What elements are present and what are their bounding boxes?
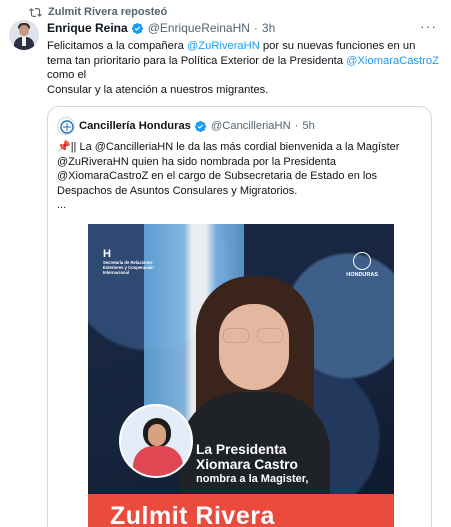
mention-link[interactable]: @ZuRiveraHN: [187, 40, 260, 52]
tweet-text-segment: Felicitamos a la compañera: [47, 40, 187, 52]
quoted-tweet[interactable]: Cancillería Honduras @CancilleriaHN · 5h…: [47, 106, 432, 527]
tweet-text: Felicitamos a la compañera @ZuRiveraHN p…: [47, 39, 439, 97]
pin-icon: 📌: [57, 141, 71, 153]
tweet-text-segment: como el: [47, 69, 87, 82]
president-photo: [119, 404, 193, 478]
caption-line: La Presidenta: [196, 442, 287, 457]
quote-text-segment: ...: [57, 199, 67, 212]
cancilleria-logo-icon: [60, 120, 74, 134]
quote-header: Cancillería Honduras @CancilleriaHN · 5h: [79, 117, 315, 135]
quote-text-segment: Despachos de Asuntos Consulares y Migrat…: [57, 184, 298, 197]
repost-bar[interactable]: Zulmit Rivera reposteó: [29, 4, 167, 20]
name-banner: Zulmit Rivera: [88, 494, 394, 527]
ministry-logo-mark: H: [103, 248, 111, 260]
quote-image[interactable]: H Secretaría de Relaciones Exteriores y …: [88, 224, 394, 527]
ministry-logo: H Secretaría de Relaciones Exteriores y …: [103, 248, 165, 275]
verified-badge-icon: [194, 120, 206, 132]
quote-text-segment: le da las más cordial bienvenida a la Ma…: [173, 141, 400, 153]
banner-name: Zulmit Rivera: [110, 502, 275, 527]
quote-text-segment: || La: [70, 141, 95, 153]
quote-text-segment: @ZuRiveraHN quien ha sido nombrada por l…: [57, 155, 336, 168]
portrait-glasses: [221, 328, 287, 344]
repost-icon: [29, 7, 42, 17]
avatar[interactable]: [9, 20, 39, 50]
mention-link[interactable]: @XiomaraCastroZ: [346, 55, 439, 67]
tweet-text-segment: por su nuevas funciones en un: [259, 40, 416, 52]
more-options-icon[interactable]: ···: [420, 19, 437, 33]
quote-text-segment: @CancilleriaHN: [94, 141, 174, 153]
author-name[interactable]: Enrique Reina: [47, 21, 128, 35]
quote-author-name[interactable]: Cancillería Honduras: [79, 120, 191, 132]
quote-text-segment: @XiomaraCastroZ en el cargo de Subsecret…: [57, 170, 377, 183]
tweet-text-segment: tema tan prioritario para la Política Ex…: [47, 54, 347, 67]
caption-line: Xiomara Castro: [196, 457, 298, 472]
tweet-text-segment: Consular y la atención a nuestros migran…: [47, 83, 269, 96]
honduras-logo: HONDURAS: [346, 252, 378, 278]
caption-line: nombra a la Magister,: [196, 473, 309, 485]
tweet-time[interactable]: 3h: [262, 21, 275, 35]
separator-dot: ·: [253, 21, 258, 35]
coat-of-arms-icon: [353, 252, 372, 270]
quote-time[interactable]: 5h: [302, 120, 314, 132]
portrait-face: [219, 304, 289, 390]
ministry-logo-text: Secretaría de Relaciones Exteriores y Co…: [103, 260, 154, 275]
author-handle[interactable]: @EnriqueReinaHN: [148, 21, 250, 35]
verified-badge-icon: [131, 22, 143, 34]
separator-dot: ·: [294, 120, 299, 132]
repost-label: Zulmit Rivera reposteó: [48, 6, 168, 18]
tweet-header: Enrique Reina @EnriqueReinaHN · 3h: [47, 20, 275, 36]
quote-avatar[interactable]: [57, 117, 75, 135]
quote-text: 📌|| La @CancilleriaHN le da las más cord…: [57, 140, 427, 213]
image-caption: La Presidenta Xiomara Castro nombra a la…: [196, 442, 308, 487]
quote-author-handle[interactable]: @CancilleriaHN: [211, 120, 291, 132]
honduras-logo-text: HONDURAS: [346, 272, 378, 278]
